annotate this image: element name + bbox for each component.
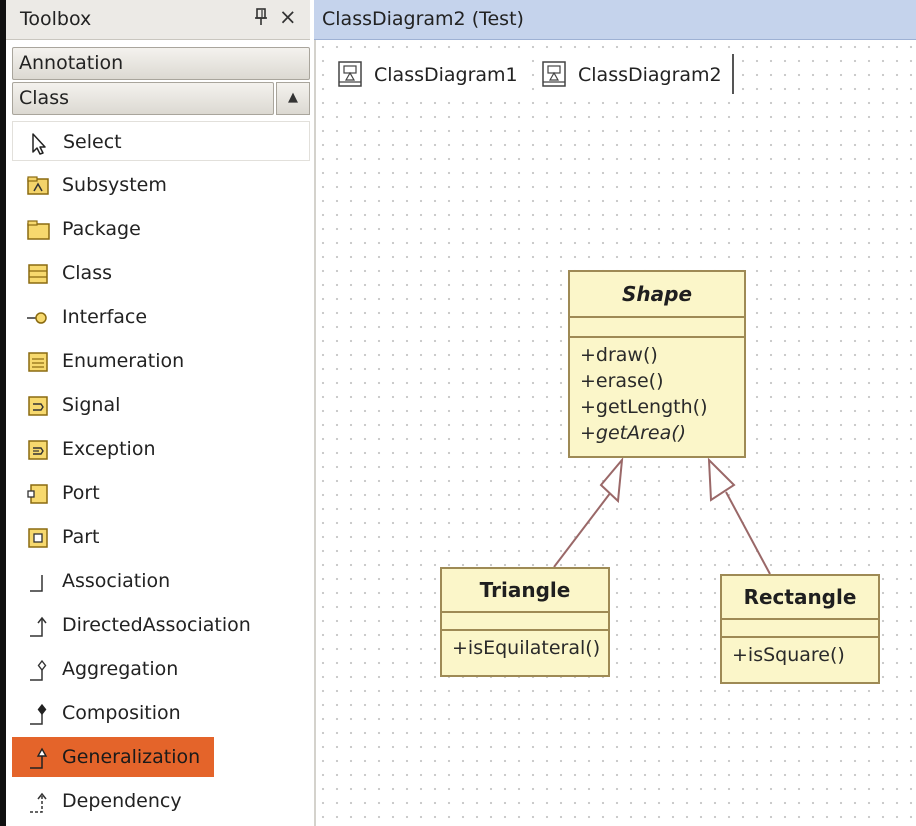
- operations-compartment: +isEquilateral(): [442, 629, 608, 665]
- generalization-triangle-to-shape[interactable]: [553, 456, 624, 568]
- operation: +isEquilateral(): [452, 637, 601, 659]
- directed-association-icon: [26, 615, 52, 637]
- tool-composition[interactable]: Composition: [12, 693, 310, 733]
- signal-icon: [26, 395, 52, 417]
- package-icon: [26, 219, 52, 241]
- abstract-operation: +getArea(): [580, 422, 687, 444]
- tool-select[interactable]: Select: [12, 121, 310, 161]
- tool-label: Package: [62, 218, 141, 240]
- section-class-label: Class: [19, 87, 69, 109]
- class-name: Triangle: [479, 578, 571, 602]
- tool-package[interactable]: Package: [12, 209, 310, 249]
- aggregation-icon: [26, 659, 52, 681]
- association-icon: [26, 571, 52, 593]
- tool-directed-association[interactable]: DirectedAssociation: [12, 605, 310, 645]
- tool-signal[interactable]: Signal: [12, 385, 310, 425]
- class-icon: [26, 263, 52, 285]
- tool-subsystem[interactable]: Subsystem: [12, 165, 310, 205]
- toolbox-title: Toolbox: [20, 8, 92, 30]
- part-icon: [26, 527, 52, 549]
- section-annotation-label: Annotation: [19, 52, 124, 74]
- generalization-rectangle-to-shape[interactable]: [707, 457, 771, 575]
- tool-generalization[interactable]: Generalization: [12, 737, 214, 777]
- tool-label: Select: [63, 131, 122, 153]
- tool-label: Part: [62, 526, 100, 548]
- attributes-compartment: [442, 611, 608, 629]
- pointer-icon: [27, 132, 53, 155]
- toolbox-panel: Toolbox × Annotation Class ▲ Select Subs…: [6, 0, 310, 826]
- tool-label: Association: [62, 570, 171, 592]
- operation: +isSquare(): [732, 644, 845, 666]
- attributes-compartment: [722, 618, 878, 636]
- tool-label: Composition: [62, 702, 181, 724]
- composition-icon: [26, 703, 52, 725]
- interface-icon: [26, 307, 52, 329]
- document-title: ClassDiagram2 (Test): [322, 8, 524, 30]
- class-rectangle[interactable]: Rectangle +isSquare(): [720, 574, 880, 684]
- document-title-bar: ClassDiagram2 (Test): [314, 0, 916, 40]
- tool-interface[interactable]: Interface: [12, 297, 310, 337]
- attributes-compartment: [570, 316, 744, 336]
- tool-label: Signal: [62, 394, 121, 416]
- operation: +erase(): [580, 370, 664, 392]
- pin-icon[interactable]: [254, 8, 268, 30]
- section-class[interactable]: Class: [12, 82, 274, 115]
- class-shape[interactable]: Shape +draw() +erase() +getLength() +get…: [568, 270, 746, 458]
- exception-icon: [26, 439, 52, 461]
- tool-exception[interactable]: Exception: [12, 429, 310, 469]
- tool-association[interactable]: Association: [12, 561, 310, 601]
- class-name: Shape: [621, 282, 693, 306]
- tool-part[interactable]: Part: [12, 517, 310, 557]
- tool-label: Class: [62, 262, 112, 284]
- tool-class[interactable]: Class: [12, 253, 310, 293]
- enumeration-icon: [26, 351, 52, 373]
- tool-label: Generalization: [62, 746, 201, 768]
- tool-label: Interface: [62, 306, 148, 328]
- tool-label: Aggregation: [62, 658, 179, 680]
- chevron-up-icon: ▲: [288, 90, 298, 105]
- class-triangle[interactable]: Triangle +isEquilateral(): [440, 567, 610, 677]
- tool-label: DirectedAssociation: [62, 614, 251, 636]
- class-name: Rectangle: [743, 585, 857, 609]
- section-annotation[interactable]: Annotation: [12, 47, 310, 80]
- operations-compartment: +isSquare(): [722, 636, 878, 672]
- generalization-icon: [26, 747, 52, 769]
- tool-label: Enumeration: [62, 350, 185, 372]
- tool-dependency[interactable]: Dependency: [12, 781, 310, 821]
- operation: +getLength(): [580, 396, 708, 418]
- port-icon: [26, 483, 52, 505]
- generalization-arrowhead-icon: [599, 456, 624, 504]
- scroll-up-button[interactable]: ▲: [276, 82, 310, 115]
- subsystem-icon: [26, 175, 52, 197]
- operation: +draw(): [580, 344, 658, 366]
- tool-label: Dependency: [62, 790, 182, 812]
- generalization-arrowhead-icon: [707, 457, 736, 502]
- tool-label: Exception: [62, 438, 156, 460]
- tool-enumeration[interactable]: Enumeration: [12, 341, 310, 381]
- tool-label: Subsystem: [62, 174, 167, 196]
- tool-label: Port: [62, 482, 100, 504]
- dependency-icon: [26, 791, 52, 813]
- tool-port[interactable]: Port: [12, 473, 310, 513]
- close-icon[interactable]: ×: [279, 5, 297, 29]
- operations-compartment: +draw() +erase() +getLength() +getArea(): [570, 336, 744, 450]
- diagram-canvas[interactable]: ClassDiagram1 ClassDiagram2 Shape +draw(…: [314, 40, 916, 826]
- tool-aggregation[interactable]: Aggregation: [12, 649, 310, 689]
- toolbox-title-bar: Toolbox ×: [6, 0, 310, 40]
